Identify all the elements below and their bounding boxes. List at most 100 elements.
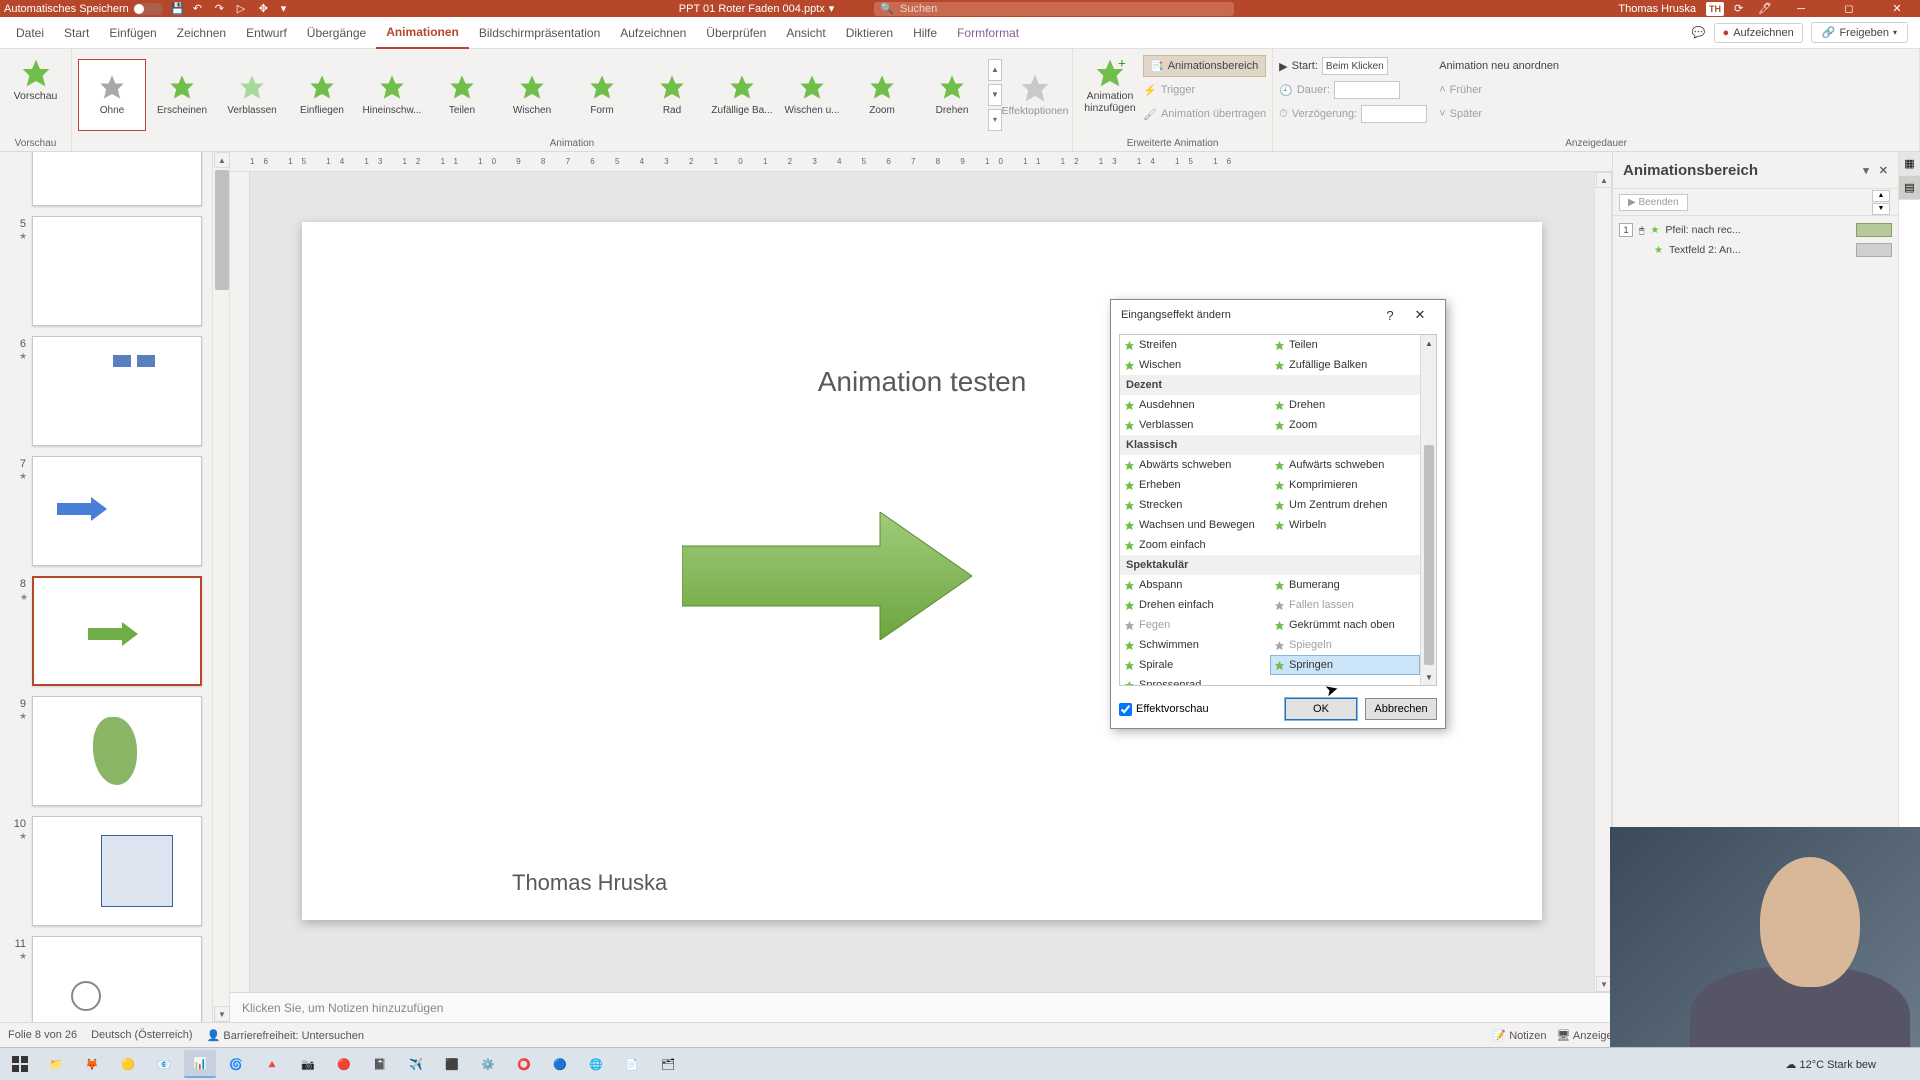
effect-gekruemmt[interactable]: Gekrümmt nach oben xyxy=(1270,615,1420,635)
preview-button[interactable]: Vorschau xyxy=(6,53,65,107)
effect-fallen-lassen[interactable]: Fallen lassen xyxy=(1270,595,1420,615)
anim-shape[interactable]: Form xyxy=(568,59,636,131)
move-later-button[interactable]: ˅ Später xyxy=(1439,103,1559,125)
tab-insert[interactable]: Einfügen xyxy=(99,17,166,49)
task-app4[interactable]: ⬛ xyxy=(436,1050,468,1078)
tab-slideshow[interactable]: Bildschirmpräsentation xyxy=(469,17,610,49)
user-avatar[interactable]: TH xyxy=(1706,2,1724,16)
accessibility-check[interactable]: 👤 Barrierefreiheit: Untersuchen xyxy=(207,1029,364,1042)
anim-grow-turn[interactable]: Wischen u... xyxy=(778,59,846,131)
thumb-11[interactable]: 11★ xyxy=(8,936,204,1022)
pane-close-icon[interactable]: ✕ xyxy=(1879,164,1888,177)
undo-icon[interactable]: ↶ xyxy=(193,2,207,16)
weather-widget[interactable]: ☁ 12°C Stark bew xyxy=(1785,1058,1876,1071)
thumb-5[interactable]: 5★ xyxy=(8,216,204,326)
touch-mode-icon[interactable]: ✥ xyxy=(259,2,273,16)
effect-fegen[interactable]: Fegen xyxy=(1120,615,1270,635)
filename[interactable]: PPT 01 Roter Faden 004.pptx ▾ xyxy=(679,2,834,15)
dialog-help-button[interactable]: ? xyxy=(1375,308,1405,323)
anim-wheel[interactable]: Rad xyxy=(638,59,706,131)
task-app1[interactable]: 🌀 xyxy=(220,1050,252,1078)
delay-spinner[interactable] xyxy=(1361,105,1427,123)
task-vlc[interactable]: 🔺 xyxy=(256,1050,288,1078)
language-indicator[interactable]: Deutsch (Österreich) xyxy=(91,1029,192,1041)
task-chrome[interactable]: 🟡 xyxy=(112,1050,144,1078)
task-powerpoint[interactable]: 📊 xyxy=(184,1050,216,1078)
preview-checkbox-input[interactable] xyxy=(1119,703,1132,716)
anim-fade[interactable]: Verblassen xyxy=(218,59,286,131)
autosave-toggle[interactable]: Automatisches Speichern xyxy=(4,3,163,15)
effect-spiegeln[interactable]: Spiegeln xyxy=(1270,635,1420,655)
thumb-9[interactable]: 9★ xyxy=(8,696,204,806)
thumb-6[interactable]: 6★ xyxy=(8,336,204,446)
ok-button[interactable]: OK xyxy=(1285,698,1357,720)
effect-sprossenrad[interactable]: Sprossenrad xyxy=(1120,675,1270,686)
anim-wipe[interactable]: Wischen xyxy=(498,59,566,131)
anim-none[interactable]: Ohne xyxy=(78,59,146,131)
slide-footer[interactable]: Thomas Hruska xyxy=(512,870,667,896)
effect-um-zentrum-drehen[interactable]: Um Zentrum drehen xyxy=(1270,495,1420,515)
anim-entry[interactable]: 1 🖱 ★ Pfeil: nach rec... xyxy=(1613,220,1898,240)
add-animation-button[interactable]: + Animation hinzufügen xyxy=(1079,53,1141,118)
effect-zufaellige-balken[interactable]: Zufällige Balken xyxy=(1270,355,1420,375)
effect-schwimmen[interactable]: Schwimmen xyxy=(1120,635,1270,655)
task-app3[interactable]: 🔴 xyxy=(328,1050,360,1078)
thumbnail-pane[interactable]: 5★ 6★ 7★ 8★ 9★ 10★ 11★ xyxy=(0,152,212,1022)
timeline-bar[interactable] xyxy=(1856,223,1892,237)
task-edge[interactable]: 🌐 xyxy=(580,1050,612,1078)
tab-view[interactable]: Ansicht xyxy=(776,17,835,49)
pane-tab-2[interactable]: ▤ xyxy=(1899,176,1920,200)
effect-wachsen-bewegen[interactable]: Wachsen und Bewegen xyxy=(1120,515,1270,535)
timeline-bar[interactable] xyxy=(1856,243,1892,257)
task-app8[interactable]: 🗂 xyxy=(652,1050,684,1078)
thumb-8[interactable]: 8★ xyxy=(8,576,204,686)
start-dropdown[interactable]: Beim Klicken xyxy=(1322,57,1388,75)
gallery-scroll[interactable]: ▲▼▾ xyxy=(988,59,1002,131)
effect-aufwaerts-schweben[interactable]: Aufwärts schweben xyxy=(1270,455,1420,475)
anim-floatin[interactable]: Hineinschw... xyxy=(358,59,426,131)
effect-zoom[interactable]: Zoom xyxy=(1270,415,1420,435)
effect-zoom-einfach[interactable]: Zoom einfach xyxy=(1120,535,1270,555)
from-beginning-icon[interactable]: ▷ xyxy=(237,2,251,16)
tab-help[interactable]: Hilfe xyxy=(903,17,947,49)
effect-abspann[interactable]: Abspann xyxy=(1120,575,1270,595)
pane-tab-1[interactable]: ▦ xyxy=(1899,152,1920,176)
save-icon[interactable]: 💾 xyxy=(171,2,185,16)
tab-dictate[interactable]: Diktieren xyxy=(836,17,903,49)
history-icon[interactable]: ⟳ xyxy=(1734,2,1748,16)
effect-spirale[interactable]: Spirale xyxy=(1120,655,1270,675)
tab-draw[interactable]: Zeichnen xyxy=(167,17,236,49)
task-explorer[interactable]: 📁 xyxy=(40,1050,72,1078)
task-onenote[interactable]: 📓 xyxy=(364,1050,396,1078)
start-button[interactable] xyxy=(4,1050,36,1078)
animation-painter-button[interactable]: 🖌 Animation übertragen xyxy=(1143,103,1266,125)
anim-split[interactable]: Teilen xyxy=(428,59,496,131)
task-outlook[interactable]: 📧 xyxy=(148,1050,180,1078)
tab-file[interactable]: Datei xyxy=(6,17,54,49)
draw-tab-icon[interactable]: 🖊 xyxy=(1758,2,1772,16)
tab-record[interactable]: Aufzeichnen xyxy=(610,17,696,49)
minimize-button[interactable]: ─ xyxy=(1782,0,1820,17)
reorder-controls[interactable]: ▲▼ xyxy=(1872,190,1892,215)
share-button[interactable]: 🔗 Freigeben ▾ xyxy=(1811,22,1908,43)
effect-wischen[interactable]: Wischen xyxy=(1120,355,1270,375)
thumb-4-partial[interactable] xyxy=(8,152,204,206)
effect-ausdehnen[interactable]: Ausdehnen xyxy=(1120,395,1270,415)
thumb-10[interactable]: 10★ xyxy=(8,816,204,926)
search-box[interactable]: 🔍 Suchen xyxy=(874,2,1234,16)
dialog-close-button[interactable]: ✕ xyxy=(1405,307,1435,323)
notes-area[interactable]: Klicken Sie, um Notizen hinzuzufügen xyxy=(230,992,1612,1022)
move-earlier-button[interactable]: ˄ Früher xyxy=(1439,79,1559,101)
tab-review[interactable]: Überprüfen xyxy=(696,17,776,49)
thumb-scrollbar[interactable]: ▲▼ xyxy=(212,152,230,1022)
pane-play-button[interactable]: ▶ Beenden xyxy=(1619,194,1688,211)
task-app2[interactable]: 📷 xyxy=(292,1050,324,1078)
effect-streifen[interactable]: Streifen xyxy=(1120,335,1270,355)
task-telegram[interactable]: ✈️ xyxy=(400,1050,432,1078)
slide-counter[interactable]: Folie 8 von 26 xyxy=(8,1029,77,1041)
effect-strecken[interactable]: Strecken xyxy=(1120,495,1270,515)
anim-entry[interactable]: ★ Textfeld 2: An... xyxy=(1613,240,1898,260)
effect-wirbeln[interactable]: Wirbeln xyxy=(1270,515,1420,535)
tab-shape-format[interactable]: Formformat xyxy=(947,17,1029,49)
effect-drehen-einfach[interactable]: Drehen einfach xyxy=(1120,595,1270,615)
